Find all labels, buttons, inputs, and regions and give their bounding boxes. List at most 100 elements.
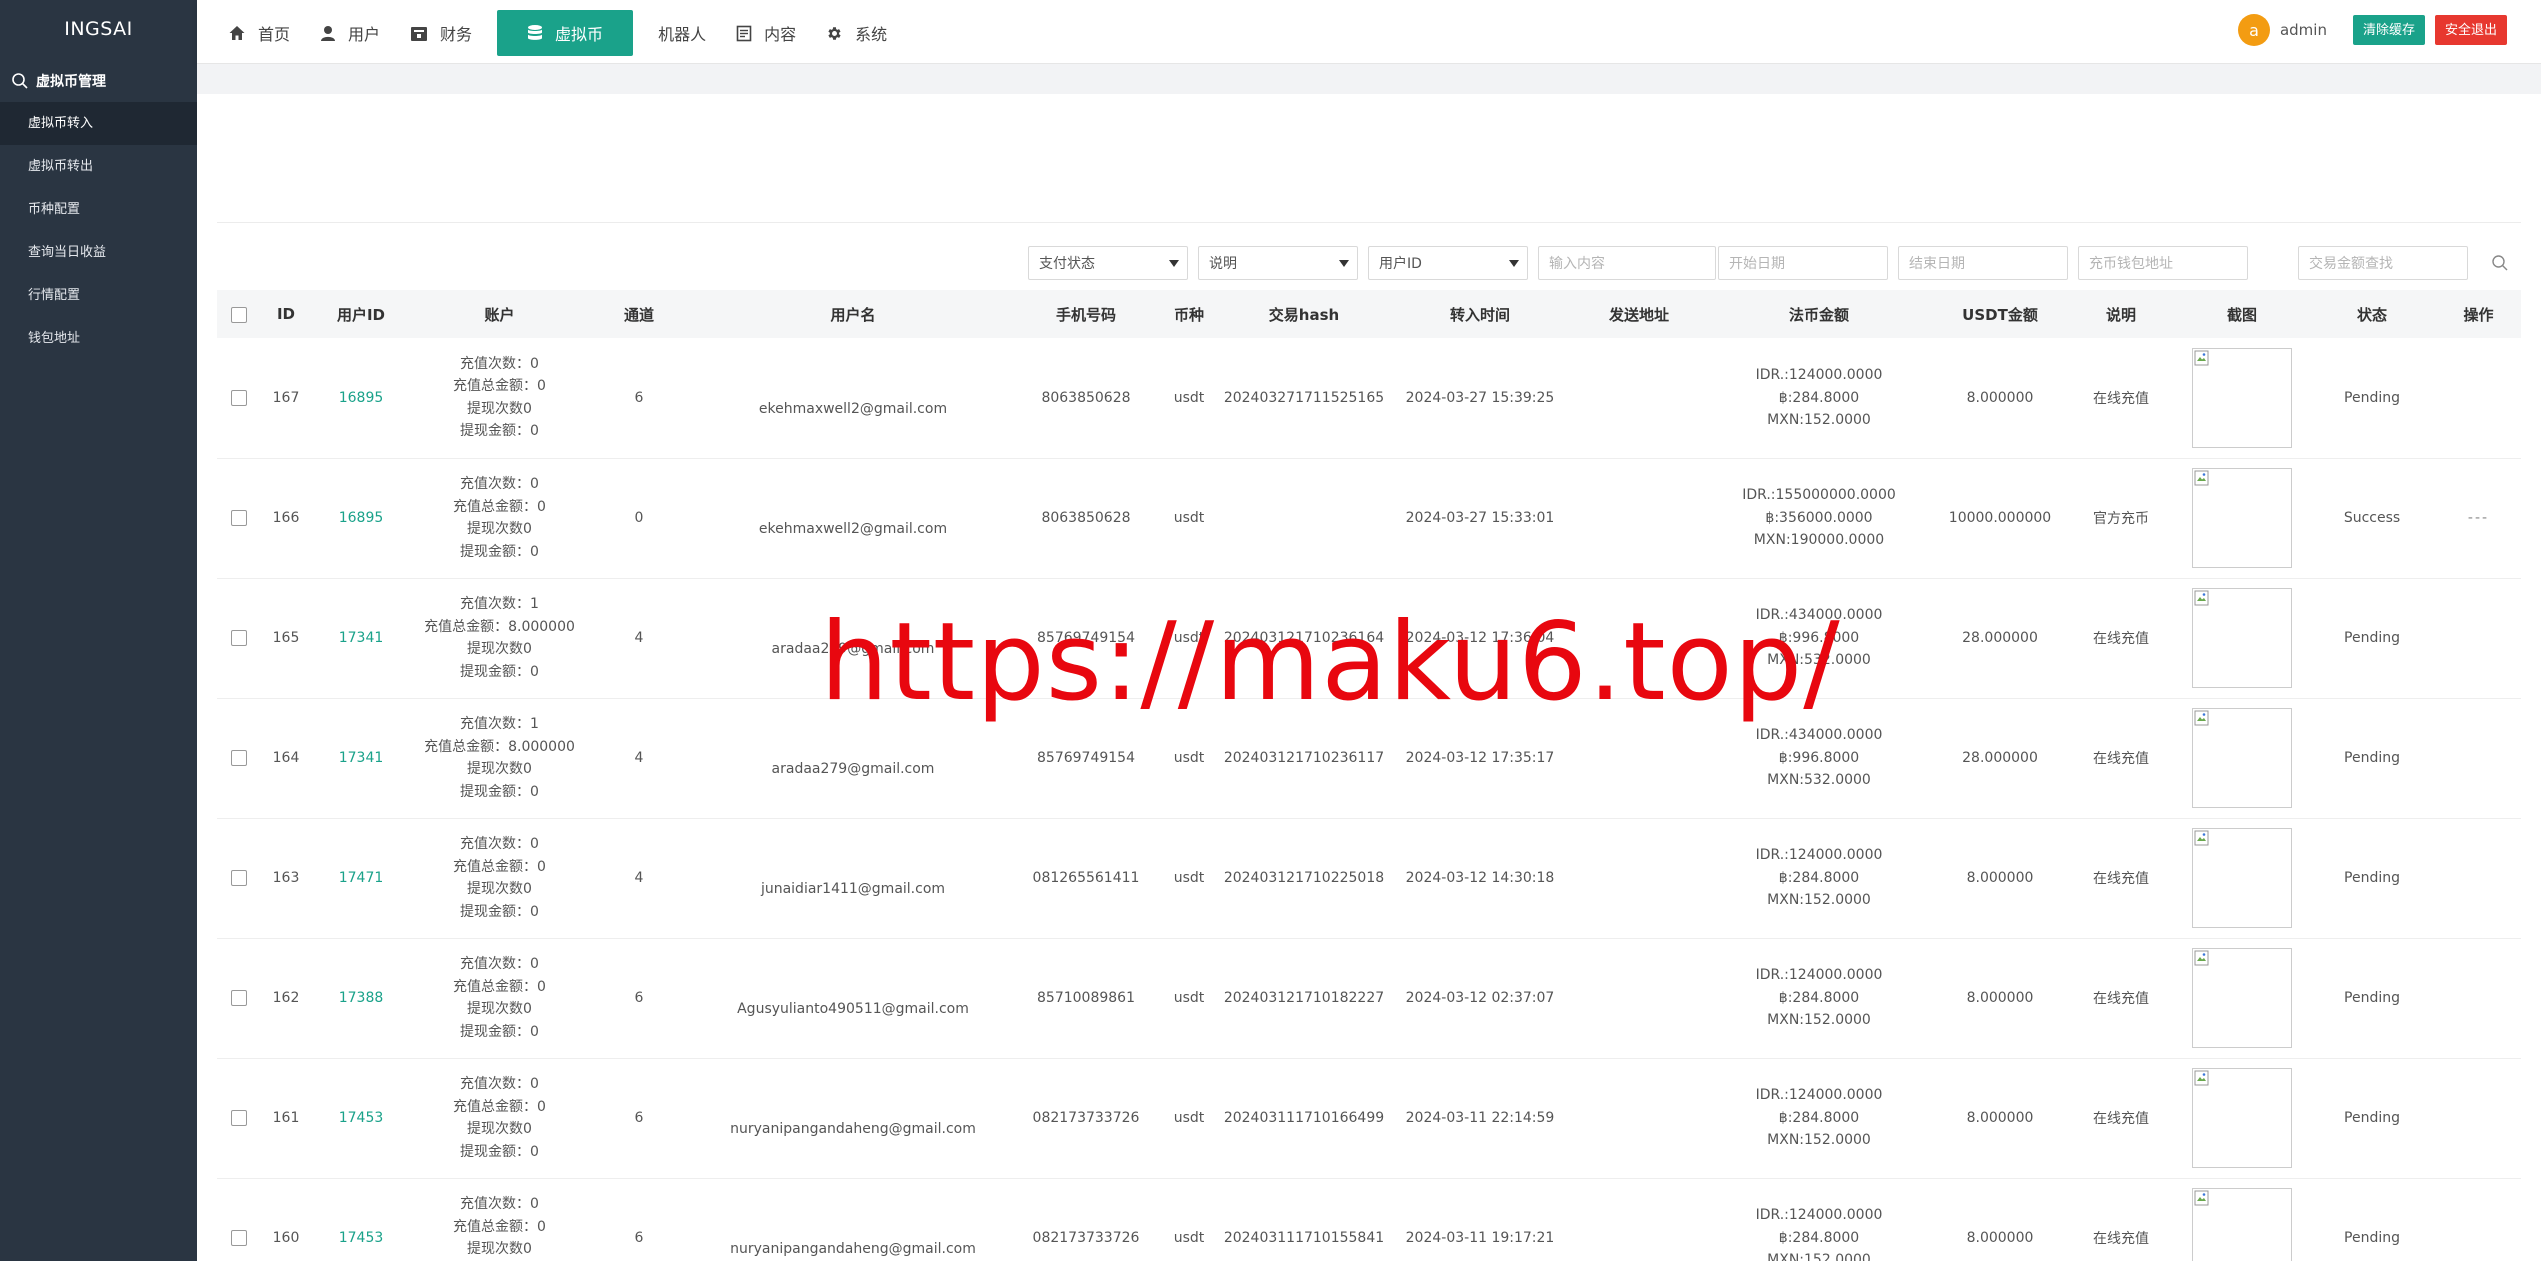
user-id-link[interactable]: 17388	[339, 990, 384, 1006]
brand-logo[interactable]: INGSAI	[0, 0, 197, 60]
nav-item-6[interactable]: 内容	[721, 10, 811, 56]
phone-number-cell: 85769749154	[1016, 578, 1156, 698]
nav-item-1[interactable]: 首页	[213, 10, 305, 56]
phone-number: 85769749154	[1037, 630, 1135, 646]
row-checkbox[interactable]	[231, 389, 247, 406]
account-stats-line: 充值总金额：8.000000	[424, 738, 575, 755]
row-checkbox[interactable]	[231, 630, 247, 646]
user-id-select[interactable]: 用户ID	[1368, 246, 1528, 280]
screenshot-thumbnail[interactable]	[2192, 948, 2292, 1048]
coin-type: usdt	[1173, 1110, 1205, 1126]
sidebar-item-2[interactable]: 虚拟币转出	[0, 145, 197, 188]
sidebar-item-6[interactable]: 钱包地址	[0, 317, 197, 360]
nav-item-3[interactable]: 财务	[395, 10, 487, 56]
content-header-strip	[197, 64, 2541, 94]
row-checkbox[interactable]	[231, 1110, 247, 1126]
user-id-link[interactable]: 17453	[339, 1230, 384, 1246]
fiat-amounts-cell: IDR.:124000.0000 ฿:284.8000 MXN:152.0000	[1704, 1178, 1934, 1261]
user-id-link[interactable]: 17471	[339, 870, 384, 886]
fiat-amounts-line: ฿:284.8000	[1778, 1109, 1860, 1126]
screenshot-cell	[2176, 1178, 2308, 1261]
screenshot-thumbnail[interactable]	[2192, 708, 2292, 808]
clear-cache-button[interactable]: 清除缓存	[2352, 15, 2425, 45]
usdt-amount: 8.000000	[1966, 389, 2034, 406]
screenshot-thumbnail[interactable]	[2192, 1068, 2292, 1168]
nav-item-2[interactable]: 用户	[305, 10, 395, 56]
nav-item-7[interactable]: 系统	[811, 10, 902, 56]
avatar[interactable]: a	[2237, 14, 2270, 46]
account-stats-line: 提现金额：0	[460, 1023, 539, 1040]
transfer-time: 2024-03-11 19:17:21	[1405, 1230, 1555, 1246]
logout-button[interactable]: 安全退出	[2434, 15, 2507, 45]
table-header-row: ID 用户ID 账户 通道 用户名 手机号码 币种 交易hash 转入时间 发送地址 法币金额 USD…	[217, 290, 2521, 338]
screenshot-thumbnail[interactable]	[2192, 468, 2292, 568]
channel-cell: 6	[588, 1058, 690, 1178]
account-stats-line: 提现次数0	[467, 521, 532, 537]
screenshot-thumbnail[interactable]	[2192, 347, 2292, 448]
description: 在线充值	[2093, 1231, 2149, 1247]
row-select-cell	[217, 578, 261, 698]
search-button[interactable]	[2483, 246, 2517, 280]
tx-hash-cell: 202403121710225018	[1222, 818, 1386, 938]
account-stats-cell: 充值次数：1 充值总金额：8.000000 提现次数0 提现金额：0	[411, 578, 588, 698]
fiat-amounts-cell: IDR.:124000.0000 ฿:284.8000 MXN:152.0000	[1704, 1058, 1934, 1178]
row-actions-cell	[2436, 578, 2521, 698]
channel: 4	[634, 630, 644, 646]
description-cell: 在线充值	[2066, 1178, 2176, 1261]
user-id-link[interactable]: 16895	[339, 390, 384, 406]
row-checkbox[interactable]	[231, 990, 247, 1006]
sidebar-item-1[interactable]: 虚拟币转入	[0, 102, 197, 145]
tx-hash-cell: 202403121710236117	[1222, 698, 1386, 818]
sidebar-item-3[interactable]: 币种配置	[0, 188, 197, 231]
description-cell: 在线充值	[2066, 698, 2176, 818]
keyword-input[interactable]: 输入内容	[1538, 246, 1716, 280]
fiat-amounts-line: IDR.:434000.0000	[1755, 727, 1883, 744]
row-checkbox[interactable]	[231, 510, 247, 526]
row-checkbox[interactable]	[231, 870, 247, 886]
fiat-amounts-line: ฿:284.8000	[1778, 989, 1860, 1006]
amount-search-input[interactable]: 交易金额查找	[2298, 246, 2468, 280]
account-stats-cell: 充值次数：0 充值总金额：0 提现次数0 提现金额：0	[411, 818, 588, 938]
fiat-amounts-line: MXN:152.0000	[1767, 1012, 1871, 1029]
sidebar-item-5[interactable]: 行情配置	[0, 274, 197, 317]
start-date-input[interactable]: 开始日期	[1718, 246, 1888, 280]
select-all-checkbox[interactable]	[231, 306, 247, 323]
pay-status-select[interactable]: 支付状态	[1028, 246, 1188, 280]
transfer-time: 2024-03-12 14:30:18	[1405, 870, 1555, 886]
user-id-link[interactable]: 17341	[339, 630, 384, 646]
desc-select[interactable]: 说明	[1198, 246, 1358, 280]
fiat-amounts: IDR.:124000.0000 ฿:284.8000 MXN:152.0000	[1704, 964, 1934, 1032]
sidebar-section-title[interactable]: 虚拟币管理	[0, 60, 197, 102]
fiat-amounts-line: MXN:532.0000	[1767, 772, 1871, 789]
row-select-cell	[217, 698, 261, 818]
screenshot-thumbnail[interactable]	[2192, 828, 2292, 928]
end-date-input[interactable]: 结束日期	[1898, 246, 2068, 280]
user-id-link[interactable]: 17453	[339, 1110, 384, 1126]
sidebar-item-4[interactable]: 查询当日收益	[0, 231, 197, 274]
admin-name[interactable]: admin	[2280, 21, 2327, 39]
search-icon	[2492, 255, 2508, 271]
screenshot-thumbnail[interactable]	[2192, 1188, 2292, 1261]
row-id-cell: 161	[261, 1058, 311, 1178]
tx-hash: 202403271711525165	[1223, 389, 1385, 406]
wallet-address-input[interactable]: 充币钱包地址	[2078, 246, 2248, 280]
account-stats-line: 提现金额：0	[460, 1143, 539, 1160]
tx-hash: 202403121710236164	[1223, 630, 1385, 646]
account-stats: 充值次数：0 充值总金额：0 提现次数0 提现金额：0	[411, 1073, 588, 1163]
description: 在线充值	[2093, 751, 2149, 767]
usdt-amount-cell: 28.000000	[1934, 578, 2066, 698]
nav-item-4[interactable]: 虚拟币	[497, 10, 634, 56]
account-stats-line: 提现次数0	[467, 761, 532, 777]
screenshot-thumbnail[interactable]	[2192, 588, 2292, 688]
row-actions[interactable]: ---	[2468, 510, 2489, 526]
username-cell: nuryanipangandaheng@gmail.com	[690, 1178, 1016, 1261]
fiat-amounts-line: ฿:284.8000	[1778, 1229, 1860, 1246]
user-id-link[interactable]: 16895	[339, 510, 384, 526]
tx-hash: 202403121710182227	[1223, 990, 1385, 1006]
nav-item-5[interactable]: 机器人	[643, 10, 721, 56]
column-header: 用户ID	[336, 305, 386, 324]
row-checkbox[interactable]	[231, 750, 247, 766]
row-select-cell	[217, 458, 261, 578]
user-id-link[interactable]: 17341	[339, 750, 384, 766]
row-checkbox[interactable]	[231, 1230, 247, 1246]
